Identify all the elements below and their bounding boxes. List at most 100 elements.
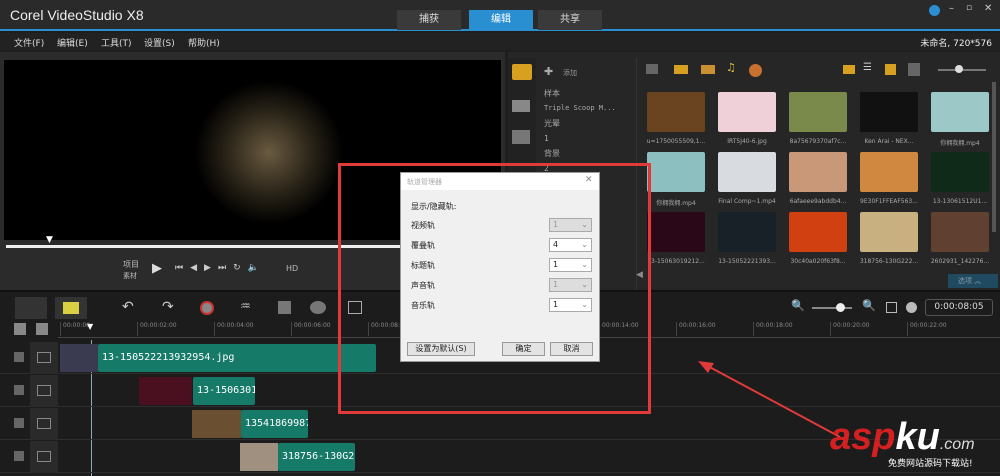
track-count-select[interactable]: 4 ⌄ (549, 238, 592, 252)
library-item[interactable]: 2602931_142276... (925, 212, 995, 265)
timeline-clip[interactable]: 135418699876 (241, 410, 308, 438)
chapter-icon[interactable] (36, 323, 48, 335)
library-item[interactable]: u=1750055509,1... (641, 92, 711, 145)
ok-button[interactable]: 确定 (502, 342, 545, 356)
category-item[interactable]: 背景 (544, 146, 634, 161)
menu-help[interactable]: 帮助(H) (188, 36, 220, 49)
clip-thumbnail[interactable] (192, 410, 241, 438)
timeline-clip[interactable]: 13-15063019 (193, 377, 255, 405)
category-item[interactable]: 光晕 (544, 116, 634, 131)
library-item[interactable]: 13-13061512U1... (925, 152, 995, 205)
library-item[interactable]: Ken Arai - NEX... (854, 92, 924, 145)
prev-frame-icon[interactable]: ◀ (190, 263, 204, 273)
tab-edit[interactable]: 编辑 (469, 10, 533, 30)
library-item[interactable]: Final Comp~1.mp4 (712, 152, 782, 205)
playhead-marker[interactable]: ▼ (87, 322, 93, 331)
clip-mode[interactable]: 素材 (123, 271, 137, 281)
category-item[interactable]: Triple Scoop M... (544, 101, 634, 116)
track-visibility-icon[interactable] (14, 352, 24, 362)
storyboard-view-icon[interactable] (15, 297, 47, 319)
media-icon[interactable] (512, 64, 532, 80)
repeat-icon[interactable]: ↻ (233, 263, 248, 273)
track-visibility-icon[interactable] (14, 451, 24, 461)
timeline-clip[interactable]: 13-150522213932954.jpg (98, 344, 376, 372)
track-count-select[interactable]: 1 ⌄ (549, 258, 592, 272)
clip-thumbnail[interactable] (139, 377, 192, 405)
add-icon[interactable]: ✚ (544, 65, 553, 78)
library-scrollbar[interactable] (992, 82, 996, 232)
end-icon[interactable]: ⏭ (218, 263, 233, 273)
timecode-display[interactable]: 0:00:08:05 (925, 299, 993, 316)
project-mode[interactable]: 项目 (123, 259, 139, 270)
music-filter-icon[interactable]: ♫ (726, 61, 736, 74)
zoom-in-icon[interactable]: 🔍 (862, 299, 876, 312)
scrub-handle[interactable]: ▼ (46, 235, 53, 245)
library-item[interactable]: 9E30F1FFEAF563... (854, 152, 924, 205)
thumbnail-label: 318756-130G222... (859, 258, 919, 265)
category-item[interactable]: 样本 (544, 86, 634, 101)
library-item[interactable]: 318756-130G222... (854, 212, 924, 265)
menu-tools[interactable]: 工具(T) (101, 36, 132, 49)
title-icon[interactable] (512, 130, 530, 144)
set-default-button[interactable]: 设置为默认(S) (407, 342, 475, 356)
view-grid-icon[interactable] (885, 64, 896, 75)
auto-music-icon[interactable] (278, 301, 291, 314)
track-manager-icon[interactable] (14, 323, 26, 335)
photo-filter-icon[interactable] (701, 65, 715, 74)
menu-edit[interactable]: 编辑(E) (57, 36, 88, 49)
restore-icon[interactable]: ▫ (966, 3, 972, 13)
library-item[interactable]: 13-15052221393... (712, 212, 782, 265)
view-list-icon[interactable]: ☰ (863, 62, 872, 73)
next-frame-icon[interactable]: ▶ (204, 263, 218, 273)
instant-project-icon[interactable] (512, 100, 530, 112)
track-visibility-icon[interactable] (14, 385, 24, 395)
library-item[interactable]: 6afaeee9abddb4... (783, 152, 853, 205)
record-icon[interactable] (200, 301, 214, 315)
undo-icon[interactable]: ↶ (122, 299, 134, 315)
zoom-slider[interactable] (812, 307, 852, 309)
import-icon[interactable] (908, 63, 920, 76)
library-item[interactable]: 你拥我拥.mp4 (641, 152, 711, 207)
clip-thumbnail[interactable] (240, 443, 278, 471)
ruler-tick: 00:00:02:00 (137, 322, 177, 336)
add-button[interactable]: 添加 (563, 68, 577, 78)
track-count-select[interactable]: 1 ⌄ (549, 298, 592, 312)
redo-icon[interactable]: ↷ (162, 299, 174, 315)
menu-settings[interactable]: 设置(S) (144, 36, 175, 49)
menu-file[interactable]: 文件(F) (14, 36, 44, 49)
thumb-size-handle[interactable] (955, 65, 963, 73)
video-filter-icon[interactable] (674, 65, 688, 74)
clip-thumbnail[interactable] (60, 344, 98, 372)
library-item[interactable]: 13-15063019212... (641, 212, 711, 265)
timeline-clip[interactable]: 318756-130G222 (278, 443, 355, 471)
zoom-out-icon[interactable]: 🔍 (791, 299, 805, 312)
minimize-icon[interactable]: – (949, 3, 954, 14)
start-icon[interactable]: ⏮ (175, 263, 190, 273)
tab-capture[interactable]: 捕获 (397, 10, 461, 30)
close-icon[interactable]: ✕ (984, 3, 992, 14)
chevron-down-icon: ⌄ (581, 240, 588, 249)
library-item[interactable]: 8a75679370af7c... (783, 92, 853, 145)
flash-icon[interactable] (749, 64, 762, 77)
transport-controls[interactable]: ⏮◀▶⏭↻🔈 (175, 263, 266, 273)
dialog-close-icon[interactable]: ✕ (585, 175, 593, 185)
motion-tracking-icon[interactable] (310, 301, 326, 314)
timeline-view-button[interactable] (55, 297, 87, 319)
library-item[interactable]: 30c40a020f63f8... (783, 212, 853, 265)
library-item[interactable]: 你拥我拥.mp4 (925, 92, 995, 147)
track-visibility-icon[interactable] (14, 418, 24, 428)
zoom-handle[interactable] (836, 303, 845, 312)
fit-project-icon[interactable] (886, 302, 897, 313)
audio-mixer-icon[interactable]: ♒ (240, 299, 251, 313)
library-item[interactable]: IRT5J40-6.jpg (712, 92, 782, 145)
options-button[interactable]: 选项 ︽ (948, 274, 998, 288)
volume-icon[interactable]: 🔈 (248, 263, 266, 273)
play-icon[interactable]: ▶ (152, 261, 162, 276)
cancel-button[interactable]: 取消 (550, 342, 593, 356)
view-thumb-icon[interactable] (843, 65, 855, 74)
tab-share[interactable]: 共享 (538, 10, 602, 30)
category-item[interactable]: 1 (544, 131, 634, 146)
info-icon[interactable] (929, 5, 940, 16)
hd-button[interactable]: HD (286, 264, 298, 273)
folder-icon[interactable] (646, 64, 658, 74)
